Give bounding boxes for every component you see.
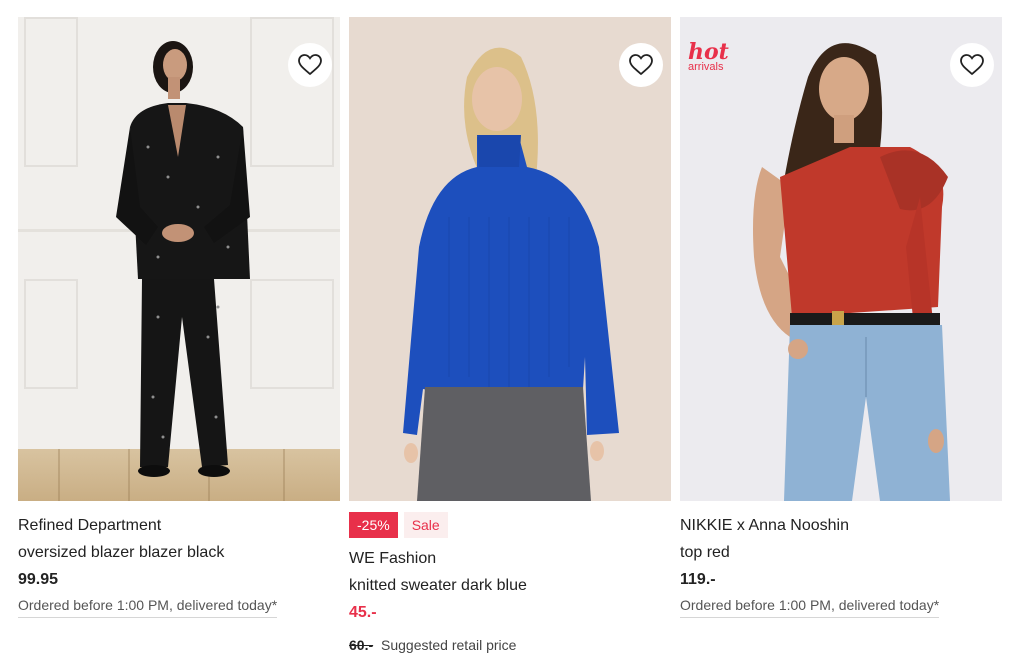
product-brand[interactable]: WE Fashion bbox=[349, 545, 671, 572]
delivery-info: Ordered before 1:00 PM, delivered today* bbox=[680, 594, 940, 618]
arrivals-label: arrivals bbox=[688, 61, 724, 73]
model-figure bbox=[403, 47, 619, 501]
product-brand[interactable]: NIKKIE x Anna Nooshin bbox=[680, 512, 1002, 539]
model-figure bbox=[116, 41, 250, 477]
product-image[interactable] bbox=[18, 17, 340, 501]
product-price: 99.95 bbox=[18, 571, 59, 588]
old-price-label: Suggested retail price bbox=[381, 637, 517, 653]
hot-label: hot bbox=[688, 39, 729, 65]
sale-badge: Sale bbox=[403, 512, 448, 538]
discount-badge: -25% bbox=[349, 512, 398, 538]
heart-outline-icon bbox=[960, 54, 984, 76]
retail-price: 60.- Suggested retail price bbox=[349, 632, 671, 658]
product-price: 45.- bbox=[349, 604, 377, 621]
delivery-info: Ordered before 1:00 PM, delivered today* bbox=[18, 594, 278, 618]
product-name[interactable]: knitted sweater dark blue bbox=[349, 572, 671, 599]
product-name[interactable]: oversized blazer blazer black bbox=[18, 539, 340, 566]
old-price: 60.- bbox=[349, 637, 374, 653]
favorite-button[interactable] bbox=[288, 43, 332, 87]
badge-row: -25% Sale bbox=[349, 512, 671, 538]
favorite-button[interactable] bbox=[950, 43, 994, 87]
product-brand[interactable]: Refined Department bbox=[18, 512, 340, 539]
product-image[interactable]: hot arrivals bbox=[680, 17, 1002, 501]
product-price: 119.- bbox=[680, 571, 716, 588]
model-figure bbox=[753, 43, 950, 501]
heart-outline-icon bbox=[629, 54, 653, 76]
heart-outline-icon bbox=[298, 54, 322, 76]
hot-arrivals-badge: hot arrivals bbox=[688, 41, 729, 73]
product-image[interactable] bbox=[349, 17, 671, 501]
product-name[interactable]: top red bbox=[680, 539, 1002, 566]
favorite-button[interactable] bbox=[619, 43, 663, 87]
